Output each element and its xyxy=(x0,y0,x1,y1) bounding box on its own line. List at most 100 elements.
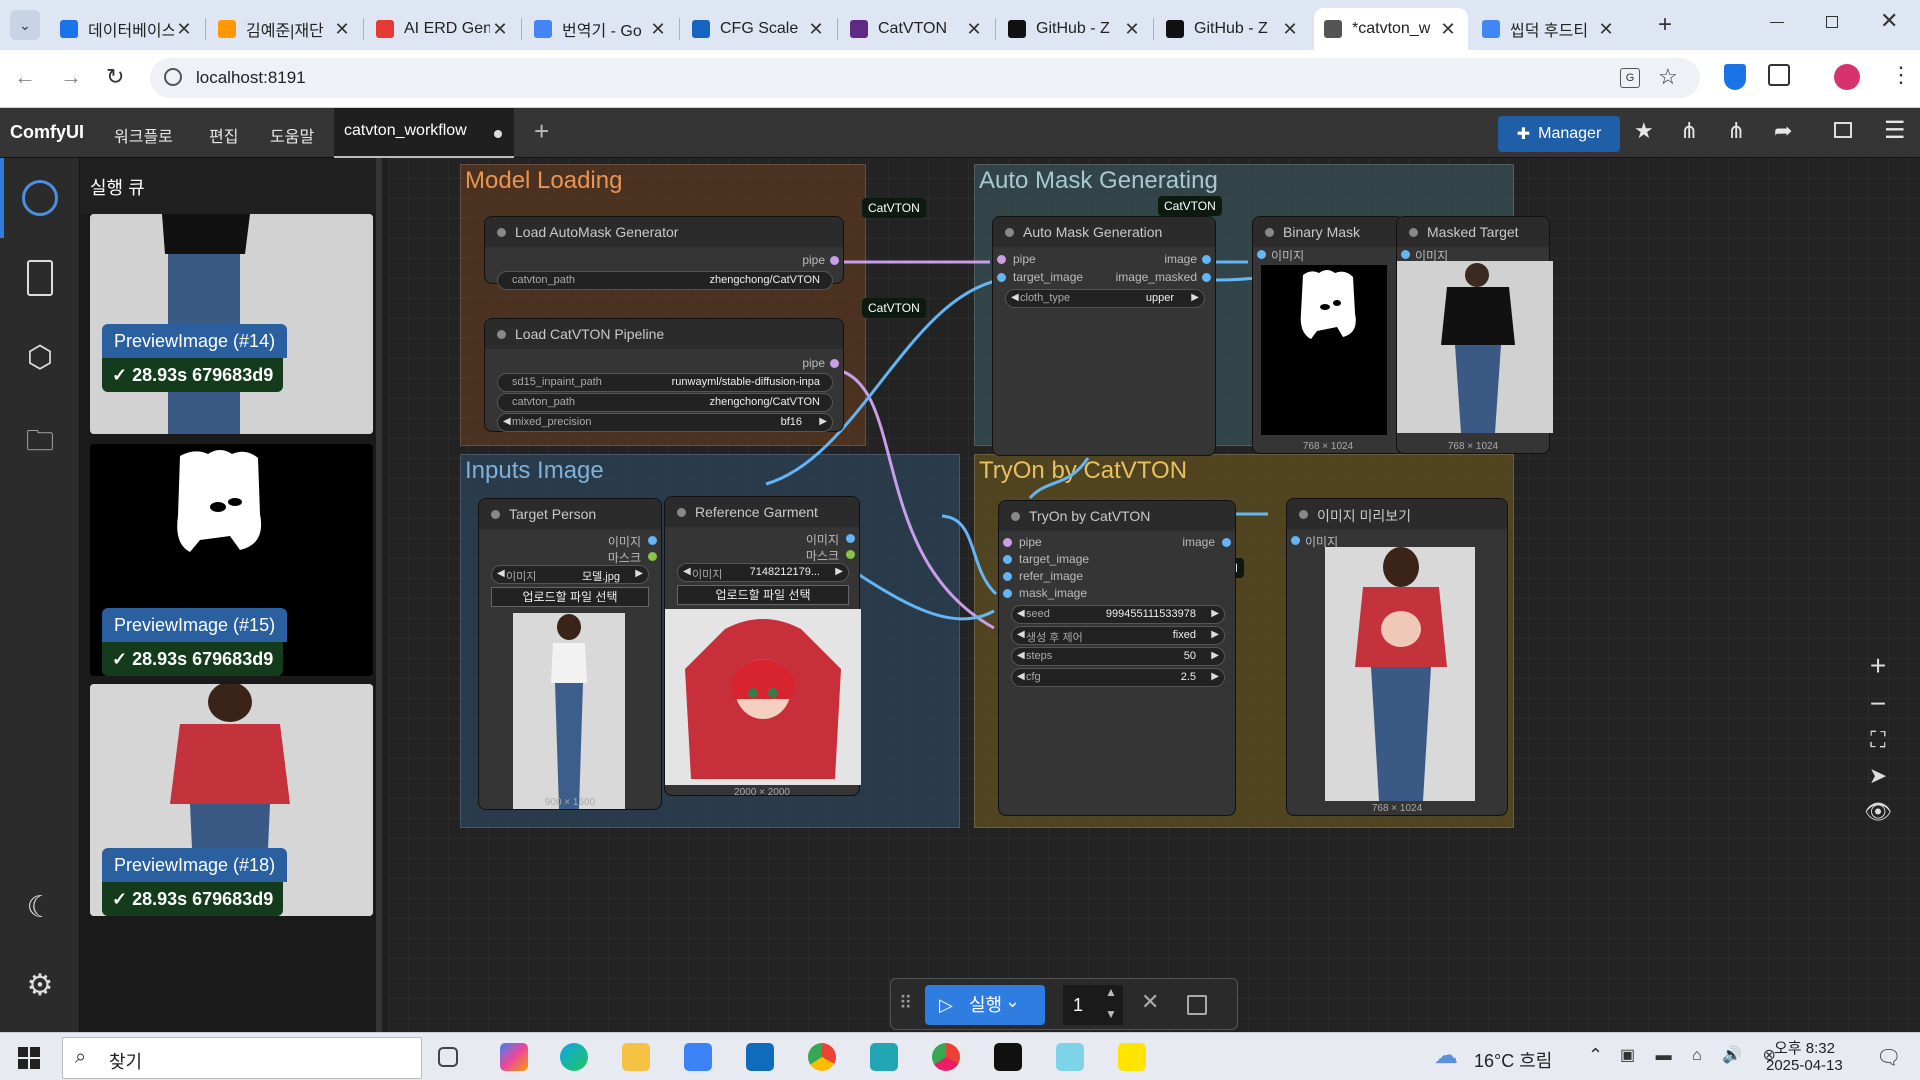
site-info-icon[interactable] xyxy=(164,68,182,86)
widget-image-select[interactable]: ◀ 이미지 7148212179... ▶ xyxy=(677,563,849,582)
tab-search-icon[interactable]: ⌄ xyxy=(10,10,40,40)
settings-gear-icon[interactable]: ⚙ xyxy=(22,968,58,1004)
widget-sd15-path[interactable]: sd15_inpaint_path runwayml/stable-diffus… xyxy=(497,373,833,392)
output-socket[interactable] xyxy=(1202,273,1211,282)
drag-handle-icon[interactable]: ⠿ xyxy=(899,993,912,1014)
chrome-active-icon[interactable] xyxy=(932,1043,960,1071)
output-socket[interactable] xyxy=(648,552,657,561)
collapse-dot-icon[interactable] xyxy=(497,330,506,339)
collapse-dot-icon[interactable] xyxy=(1299,510,1308,519)
new-tab-button[interactable]: + xyxy=(1650,10,1680,40)
decrement-arrow-icon[interactable]: ◀ xyxy=(503,416,511,427)
model-cube-icon[interactable]: ⬡ xyxy=(22,340,58,376)
menu-help[interactable]: 도움말 xyxy=(270,123,314,147)
notepad-icon[interactable] xyxy=(1056,1043,1084,1071)
profile-avatar[interactable] xyxy=(1834,64,1860,90)
widget-catvton-path[interactable]: catvton_path zhengchong/CatVTON xyxy=(497,393,833,412)
folder-icon[interactable]: 🗀 xyxy=(22,420,58,456)
tab-close-icon[interactable]: ✕ xyxy=(806,19,826,40)
edge-icon[interactable] xyxy=(560,1043,588,1071)
browser-tab[interactable]: GitHub - Z ✕ xyxy=(1156,8,1310,50)
taskbar-search[interactable]: ⌕ 찾기 xyxy=(62,1037,422,1079)
workflow-list-icon[interactable] xyxy=(27,260,53,296)
run-dropdown-chevron-icon[interactable]: ⌄ xyxy=(1005,991,1020,1012)
input-socket[interactable] xyxy=(1257,250,1266,259)
forward-icon[interactable]: → xyxy=(60,64,82,90)
increment-arrow-icon[interactable]: ▶ xyxy=(1211,629,1219,640)
workflow-tab[interactable]: catvton_workflow xyxy=(334,108,514,158)
queue-history-icon[interactable] xyxy=(22,180,58,216)
node-masked-target[interactable]: Masked Target 이미지 768 × 1024 xyxy=(1396,216,1553,454)
browser-tab[interactable]: GitHub - Z ✕ xyxy=(998,8,1152,50)
star-icon[interactable]: ★ xyxy=(1634,118,1654,144)
input-socket[interactable] xyxy=(1003,589,1012,598)
url-omnibox[interactable]: localhost:8191 G ☆ xyxy=(150,58,1700,98)
decrement-arrow-icon[interactable]: ◀ xyxy=(1017,650,1025,661)
output-socket[interactable] xyxy=(846,534,855,543)
back-icon[interactable]: ← xyxy=(14,64,36,90)
graph-canvas[interactable]: Model Loading Auto Mask Generating Input… xyxy=(388,158,1920,1032)
reload-icon[interactable]: ↻ xyxy=(106,64,124,90)
input-socket[interactable] xyxy=(1003,572,1012,581)
decrement-arrow-icon[interactable]: ◀ xyxy=(1017,608,1025,619)
restore-icon[interactable] xyxy=(1826,16,1838,28)
output-socket[interactable] xyxy=(846,550,855,559)
tab-close-icon[interactable]: ✕ xyxy=(1596,19,1616,40)
bookmark-star-icon[interactable]: ☆ xyxy=(1658,64,1678,90)
browser-tab[interactable]: 번역기 - Go ✕ xyxy=(524,8,678,50)
decrement-arrow-icon[interactable]: ◀ xyxy=(497,568,505,579)
collapse-dot-icon[interactable] xyxy=(497,228,506,237)
widget-control-after-generate[interactable]: ◀ 생성 후 제어 fixed ▶ xyxy=(1011,626,1225,645)
zoom-out-icon[interactable]: − xyxy=(1858,684,1898,724)
input-socket[interactable] xyxy=(1401,250,1410,259)
node-preview-image[interactable]: 이미지 미리보기 이미지 768 × 1024 xyxy=(1286,498,1508,816)
outlook-icon[interactable] xyxy=(746,1043,774,1071)
model-lib-icon[interactable]: ⋔ xyxy=(1727,118,1745,144)
manager-button[interactable]: ✚ Manager xyxy=(1498,116,1620,152)
node-reference-garment[interactable]: Reference Garment 이미지 마스크 ◀ 이미지 71482121… xyxy=(664,496,861,798)
node-binary-mask[interactable]: Binary Mask 이미지 768 × 1024 xyxy=(1252,216,1404,454)
toggle-links-eye-icon[interactable]: 👁 xyxy=(1858,792,1898,832)
file-explorer-icon[interactable] xyxy=(622,1043,650,1071)
increment-arrow-icon[interactable]: ▶ xyxy=(1211,671,1219,682)
queue-card-1[interactable]: PreviewImage (#14) ✓ 28.93s 679683d9 xyxy=(90,214,373,434)
batch-increment-icon[interactable]: ▲ xyxy=(1105,985,1117,999)
collapse-dot-icon[interactable] xyxy=(1265,228,1274,237)
output-socket[interactable] xyxy=(830,359,839,368)
decrement-arrow-icon[interactable]: ◀ xyxy=(1017,629,1025,640)
browser-tab[interactable]: 김예준|재단 ✕ xyxy=(208,8,362,50)
collapse-dot-icon[interactable] xyxy=(1409,228,1418,237)
browser-tab[interactable]: CFG Scale ✕ xyxy=(682,8,836,50)
copilot-icon[interactable] xyxy=(500,1043,528,1071)
batch-decrement-icon[interactable]: ▼ xyxy=(1105,1007,1117,1021)
app-icon[interactable] xyxy=(870,1043,898,1071)
collapse-dot-icon[interactable] xyxy=(677,508,686,517)
widget-seed[interactable]: ◀ seed 999455111533978 ▶ xyxy=(1011,605,1225,624)
queue-card-2[interactable]: PreviewImage (#15) ✓ 28.93s 679683d9 xyxy=(90,444,373,676)
theme-moon-icon[interactable]: ☾ xyxy=(22,890,58,926)
input-socket[interactable] xyxy=(1003,555,1012,564)
node-auto-mask-generation[interactable]: Auto Mask Generation pipe target_image i… xyxy=(992,216,1216,456)
tab-close-icon[interactable]: ✕ xyxy=(1280,19,1300,40)
widget-cfg[interactable]: ◀ cfg 2.5 ▶ xyxy=(1011,668,1225,687)
tab-close-icon[interactable]: ✕ xyxy=(1438,19,1458,40)
input-socket[interactable] xyxy=(1003,538,1012,547)
upload-button[interactable]: 업로드할 파일 선택 xyxy=(491,587,649,607)
select-pointer-icon[interactable]: ➤ xyxy=(1858,756,1898,796)
windows-start-icon[interactable] xyxy=(18,1047,40,1069)
cancel-run-icon[interactable]: ✕ xyxy=(1141,989,1159,1015)
tab-close-icon[interactable]: ✕ xyxy=(490,19,510,40)
queue-card-3[interactable]: PreviewImage (#18) ✓ 28.93s 679683d9 xyxy=(90,684,373,916)
tab-close-icon[interactable]: ✕ xyxy=(174,19,194,40)
clock-time[interactable]: 오후 8:32 xyxy=(1774,1037,1835,1058)
tab-close-icon[interactable]: ✕ xyxy=(648,19,668,40)
browser-tab[interactable]: 데이터베이스 ✕ xyxy=(50,8,204,50)
stop-queue-icon[interactable] xyxy=(1187,995,1207,1015)
decrement-arrow-icon[interactable]: ◀ xyxy=(1017,671,1025,682)
collapse-dot-icon[interactable] xyxy=(1011,512,1020,521)
input-socket[interactable] xyxy=(1291,536,1300,545)
input-socket[interactable] xyxy=(997,273,1006,282)
node-load-automask[interactable]: Load AutoMask Generator pipe catvton_pat… xyxy=(484,216,844,290)
clock-date[interactable]: 2025-04-13 xyxy=(1766,1057,1843,1074)
output-socket[interactable] xyxy=(1202,255,1211,264)
